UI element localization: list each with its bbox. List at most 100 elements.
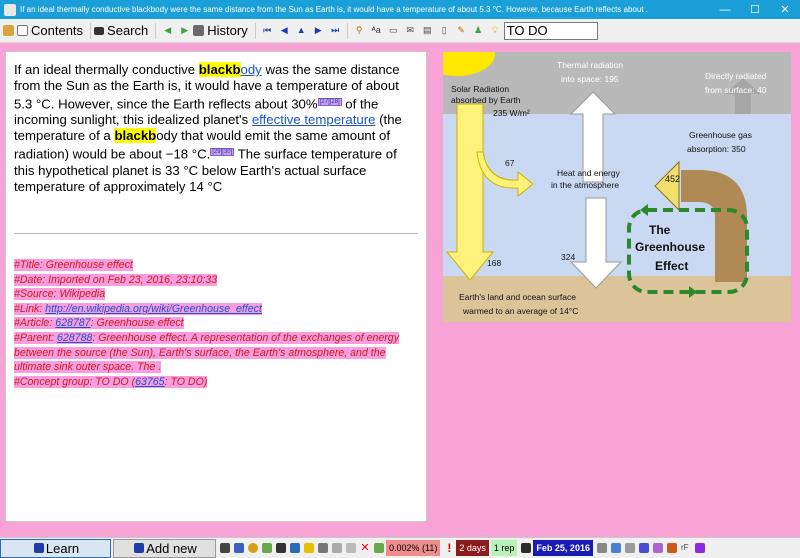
toolbar-divider xyxy=(155,22,157,39)
smiley-icon[interactable] xyxy=(248,543,258,553)
search-highlight: blackb xyxy=(114,128,157,144)
priority-stat[interactable]: 0.002% (11) xyxy=(386,540,441,556)
delete-icon[interactable]: ✕ xyxy=(360,543,370,554)
tree-icon[interactable] xyxy=(652,543,663,553)
surface-label-2: warmed to an average of 14°C xyxy=(462,306,578,316)
folder-icon[interactable] xyxy=(3,25,14,36)
surface-label-1: Earth's land and ocean surface xyxy=(459,292,576,302)
tools-icon[interactable]: ✎ xyxy=(456,25,467,36)
content-divider xyxy=(14,233,418,234)
surface-absorb-value: 168 xyxy=(487,258,501,268)
meta-concept-id[interactable]: 63765 xyxy=(135,375,165,388)
meta-article-label: #Article: xyxy=(14,317,56,330)
direct-label-2: from surface: 40 xyxy=(705,85,767,95)
greenhouse-label-3: Effect xyxy=(655,259,688,273)
bulb-icon[interactable]: 💡︎ xyxy=(490,25,501,36)
heat-label-2: in the atmosphere xyxy=(551,180,619,190)
greenhouse-image[interactable]: Solar Radiation absorbed by Earth 235 W/… xyxy=(443,52,791,322)
repetitions-stat[interactable]: 1 rep xyxy=(490,540,518,556)
blackbody-link[interactable]: ody xyxy=(241,62,262,77)
note-icon[interactable] xyxy=(304,543,314,553)
schedule-icon[interactable] xyxy=(596,543,607,553)
cut-icon[interactable] xyxy=(318,543,328,553)
date-stat[interactable]: Feb 25, 2016 xyxy=(533,540,593,556)
window-title: If an ideal thermally conductive blackbo… xyxy=(20,5,648,14)
effective-temperature-link[interactable]: effective temperature xyxy=(252,112,376,127)
split-icon[interactable] xyxy=(290,543,300,553)
previous-icon[interactable]: ◀ xyxy=(279,25,290,36)
next-icon[interactable]: ▶ xyxy=(313,25,324,36)
back-arrow-icon[interactable]: ◀ xyxy=(162,25,173,36)
meta-article-name: : Greenhouse effect xyxy=(90,317,184,330)
search-button[interactable]: Search xyxy=(94,22,148,40)
first-icon[interactable]: ⏮ xyxy=(262,25,273,36)
video-icon[interactable] xyxy=(276,543,286,553)
import-icon[interactable]: ▤ xyxy=(422,25,433,36)
toolbar-divider xyxy=(90,22,92,39)
direct-label-1: Directly radiated xyxy=(705,71,767,81)
meta-link-url[interactable]: http://en.wikipedia.org/wiki/Greenhouse_… xyxy=(45,302,262,315)
book-icon[interactable] xyxy=(694,543,705,553)
text-icon[interactable] xyxy=(220,543,230,553)
reference-link[interactable]: [27][28] xyxy=(317,98,342,106)
window-titlebar: If an ideal thermally conductive blackbo… xyxy=(0,0,800,19)
concept-group-input[interactable] xyxy=(503,21,598,40)
learn-label: Learn xyxy=(45,540,80,556)
contents-button[interactable]: Contents xyxy=(17,22,83,40)
priority-icon xyxy=(374,543,384,553)
greenhouse-label-1: The xyxy=(649,223,671,237)
meta-parent-label: #Parent: xyxy=(14,331,57,344)
book-icon[interactable]: ▭ xyxy=(388,25,399,36)
greenhouse-label-2: Greenhouse xyxy=(635,240,705,254)
binoculars-icon xyxy=(94,26,105,35)
app-icon xyxy=(4,3,16,16)
minimize-button[interactable]: — xyxy=(710,4,740,16)
sound-icon[interactable] xyxy=(262,543,272,553)
reference-link[interactable]: [29][30] xyxy=(210,148,235,157)
history-label: History xyxy=(207,23,248,38)
person-icon[interactable]: ♟ xyxy=(473,25,484,36)
font-icon[interactable]: rF xyxy=(681,543,691,553)
close-button[interactable]: ✕ xyxy=(770,3,800,16)
heat-label-1: Heat and energy xyxy=(557,168,621,178)
back-radiation-value: 324 xyxy=(561,252,575,262)
interval-stat[interactable]: 2 days xyxy=(456,540,489,556)
copy-icon[interactable] xyxy=(332,543,342,553)
page-icon[interactable]: ▯ xyxy=(439,25,450,36)
image-icon[interactable] xyxy=(234,543,244,553)
learn-icon xyxy=(33,543,44,553)
add-new-button[interactable]: Add new xyxy=(113,538,216,558)
up-icon[interactable]: ▲ xyxy=(296,25,307,36)
mail-icon[interactable]: ✉ xyxy=(405,25,416,36)
add-new-label: Add new xyxy=(146,540,197,556)
search-highlight: blackb xyxy=(198,62,241,77)
gh-absorption-label-1: Greenhouse gas xyxy=(689,130,752,140)
absorbed-value: 67 xyxy=(505,158,515,168)
add-new-icon xyxy=(134,543,145,553)
find-icon[interactable]: ⚲ xyxy=(354,25,365,36)
meta-title: #Title: Greenhouse effect xyxy=(14,259,133,271)
browser-icon[interactable] xyxy=(638,543,649,553)
article-text: If an ideal thermally conductive blackbo… xyxy=(14,62,416,195)
cleanup-icon[interactable] xyxy=(666,543,677,553)
export-icon[interactable] xyxy=(610,543,621,553)
article-pane[interactable]: If an ideal thermally conductive blackbo… xyxy=(5,51,427,522)
forward-arrow-icon[interactable]: ▶ xyxy=(179,25,190,36)
last-icon[interactable]: ⏭ xyxy=(330,25,341,36)
meta-parent-id[interactable]: 628788 xyxy=(57,331,93,344)
history-icon xyxy=(193,25,205,36)
maximize-button[interactable]: ☐ xyxy=(740,3,770,16)
history-button[interactable]: History xyxy=(193,22,248,40)
gh-absorption-label-2: absorption: 350 xyxy=(687,144,746,154)
meta-concept-name: : TO DO) xyxy=(164,375,208,388)
warning-icon: ! xyxy=(447,541,452,555)
learn-button[interactable]: Learn xyxy=(0,538,111,558)
font-size-icon[interactable]: ᴬa xyxy=(371,25,382,36)
settings-icon[interactable] xyxy=(624,543,635,553)
paste-icon[interactable] xyxy=(346,543,356,553)
meta-concept-label: #Concept group: TO DO ( xyxy=(14,375,136,388)
article-text-1: If an ideal thermally conductive xyxy=(14,62,199,77)
contents-icon xyxy=(17,25,28,36)
meta-link-label: #Link: xyxy=(14,302,46,315)
meta-article-id[interactable]: 628787 xyxy=(55,317,91,330)
